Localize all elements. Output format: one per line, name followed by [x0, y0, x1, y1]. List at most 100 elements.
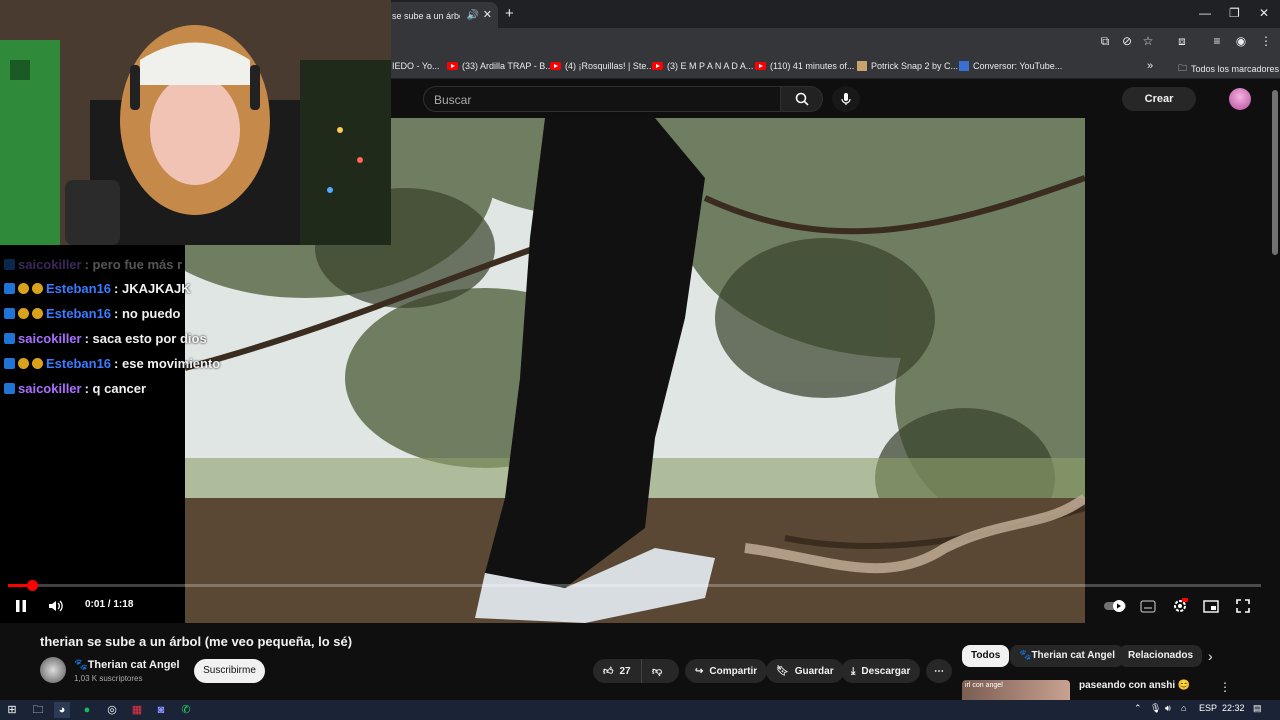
thumbs-up-icon: 👍︎ — [603, 666, 614, 677]
obs-icon[interactable]: ◎ — [104, 702, 120, 718]
subscribe-button[interactable]: Suscribirme — [194, 659, 265, 683]
spotify-icon[interactable]: ● — [79, 702, 95, 718]
page-scrollbar[interactable] — [1272, 90, 1278, 700]
channel-name-label: Therian cat Angel — [87, 659, 180, 671]
install-icon[interactable]: ⧉ — [1096, 32, 1114, 50]
bookmark-item[interactable]: Conversor: YouTube... — [959, 61, 1062, 71]
search-button[interactable] — [781, 86, 823, 112]
recommendation-menu-icon[interactable]: ⋮ — [1219, 680, 1231, 694]
clock[interactable]: 22:32 — [1222, 703, 1245, 713]
progress-scrubber[interactable] — [27, 580, 38, 591]
all-bookmarks[interactable]: 🗀 Todos los marcadores — [1178, 61, 1279, 77]
eye-off-icon[interactable]: ⊘ — [1118, 32, 1136, 50]
whatsapp-icon[interactable]: ✆ — [178, 702, 194, 718]
chat-message: Esteban16 : ese movimiento — [4, 356, 220, 371]
minimize-button[interactable]: — — [1199, 6, 1211, 20]
folder-icon: 🗀 — [1178, 63, 1188, 73]
app-icon[interactable]: ▦ — [129, 702, 145, 718]
discord-icon[interactable]: ◙ — [153, 702, 169, 718]
tab-close-icon[interactable]: ✕ — [483, 8, 492, 21]
youtube-icon — [550, 62, 561, 70]
channel-avatar[interactable] — [40, 657, 66, 683]
share-button[interactable]: ↪ Compartir — [685, 659, 768, 683]
bookmark-item[interactable]: (33) Ardilla TRAP - B... — [447, 61, 553, 71]
profile-icon[interactable]: ◉ — [1232, 32, 1250, 50]
speaker-icon[interactable]: 🔊 — [467, 10, 479, 21]
restore-button[interactable]: ❐ — [1229, 6, 1240, 20]
fullscreen-button[interactable] — [1236, 597, 1250, 615]
subtitles-icon — [1140, 599, 1156, 613]
pause-button[interactable] — [14, 597, 28, 615]
prime-badge-icon — [4, 283, 15, 294]
search-input[interactable]: Buscar — [423, 86, 781, 112]
download-icon: ⤓ — [851, 665, 856, 677]
create-button[interactable]: Crear — [1122, 87, 1196, 111]
autoplay-toggle[interactable] — [1104, 597, 1126, 615]
download-label: Descargar — [861, 665, 911, 677]
channel-name[interactable]: 🐾Therian cat Angel — [74, 658, 180, 671]
new-tab-button[interactable]: + — [505, 5, 514, 22]
more-actions-button[interactable]: ⋯ — [926, 659, 952, 683]
chat-text: : ese movimiento — [114, 356, 221, 371]
current-time: 0:01 — [85, 599, 106, 610]
chat-message: Esteban16 : no puedo — [4, 306, 180, 321]
prime-badge-icon — [4, 358, 15, 369]
more-icon: ⋯ — [934, 665, 944, 677]
tab-title: se sube a un árbol | — [392, 10, 460, 21]
notifications-icon[interactable]: ▤ — [1253, 703, 1262, 714]
chip-related[interactable]: Relacionados — [1119, 645, 1203, 667]
streamer-webcam-image — [0, 0, 391, 245]
windows-start-icon[interactable]: ⊞ — [4, 702, 20, 718]
volume-button[interactable] — [48, 597, 64, 615]
time-display: 0:01 / 1:18 — [85, 599, 133, 610]
youtube-icon — [652, 62, 663, 70]
recommendation-thumbnail[interactable]: irl con angel — [962, 680, 1070, 700]
scrollbar-thumb[interactable] — [1272, 90, 1278, 255]
language-indicator[interactable]: ESP — [1199, 703, 1217, 713]
close-window-button[interactable]: ✕ — [1259, 6, 1269, 20]
account-avatar[interactable] — [1229, 88, 1251, 110]
star-icon[interactable]: ☆ — [1139, 32, 1157, 50]
chip-channel[interactable]: 🐾Therian cat Angel — [1010, 645, 1124, 667]
bookmark-label: IEDO - Yo... — [392, 61, 440, 71]
chat-username: Esteban16 — [46, 306, 112, 321]
youtube-icon — [447, 62, 458, 70]
tab-active[interactable]: se sube a un árbol | 🔊 ✕ — [386, 2, 498, 28]
progress-bar[interactable] — [8, 584, 1261, 587]
file-explorer-icon[interactable]: 🗀 — [30, 702, 46, 718]
network-icon[interactable]: ⌂ — [1181, 703, 1186, 713]
chrome-icon[interactable]: ◕ — [54, 702, 70, 718]
chat-text: : saca esto por dios — [84, 331, 207, 346]
share-label: Compartir — [709, 665, 758, 677]
sub-badge-icon — [32, 308, 43, 319]
bookmarks-overflow-button[interactable]: » — [1147, 60, 1153, 72]
subtitles-button[interactable] — [1140, 597, 1156, 615]
chat-username: saicokiller — [18, 381, 82, 396]
chip-channel-label: Therian cat Angel — [1031, 650, 1115, 661]
media-icon[interactable]: ≡ — [1208, 32, 1226, 50]
dislike-button[interactable]: 👎︎ — [641, 659, 679, 683]
bookmark-item[interactable]: IEDO - Yo... — [392, 61, 440, 71]
bookmark-item[interactable]: Potrick Snap 2 by C... — [857, 61, 958, 71]
autoplay-icon — [1104, 600, 1126, 612]
extensions-icon[interactable]: ⧈ — [1173, 32, 1191, 50]
bits-badge-icon — [18, 358, 29, 369]
prime-badge-icon — [4, 308, 15, 319]
chips-next-icon[interactable]: › — [1208, 648, 1213, 664]
download-button[interactable]: ⤓ Descargar — [841, 659, 921, 683]
chip-todos[interactable]: Todos — [962, 645, 1010, 667]
chat-username: Esteban16 — [46, 281, 112, 296]
save-button[interactable]: 🔖︎ Guardar — [766, 659, 844, 683]
search-icon — [795, 92, 809, 106]
bookmark-item[interactable]: (4) ¡Rosquillas! | Ste... — [550, 61, 654, 71]
recommendation-title[interactable]: paseando con anshi 😊 — [1079, 680, 1190, 691]
mic-tray-icon[interactable]: 🎙︎ — [1150, 703, 1161, 714]
bookmark-item[interactable]: (110) 41 minutes of... — [755, 61, 854, 71]
tray-expand-icon[interactable]: ⌃ — [1134, 703, 1142, 714]
volume-tray-icon[interactable]: 🔊︎ — [1165, 703, 1171, 714]
miniplayer-button[interactable] — [1203, 597, 1219, 615]
settings-button[interactable] — [1172, 597, 1188, 615]
voice-search-button[interactable] — [832, 86, 860, 112]
bookmark-item[interactable]: (3) E M P A N A D A... — [652, 61, 753, 71]
menu-icon[interactable]: ⋮ — [1257, 32, 1275, 50]
